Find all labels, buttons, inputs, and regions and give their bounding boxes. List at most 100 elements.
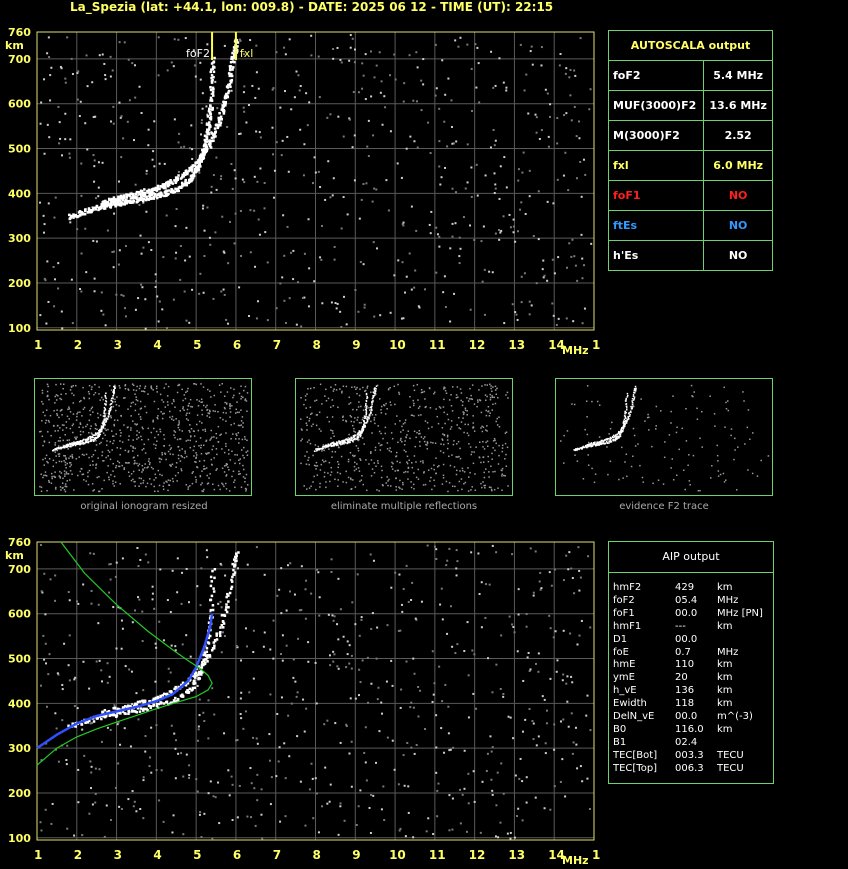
noise-dot (540, 64, 543, 67)
noise-dot (439, 450, 442, 452)
noise-dot (354, 486, 357, 488)
noise-dot (540, 129, 543, 132)
noise-dot (279, 820, 282, 823)
noise-dot (185, 483, 188, 486)
noise-dot (568, 76, 571, 79)
noise-dot (332, 390, 335, 392)
noise-dot (148, 765, 151, 768)
noise-dot (328, 420, 331, 423)
noise-dot (336, 302, 339, 305)
noise-dot (498, 238, 501, 241)
noise-dot (101, 161, 104, 164)
noise-dot (420, 436, 423, 438)
noise-dot (463, 749, 466, 752)
noise-dot (511, 623, 514, 626)
noise-dot (469, 308, 472, 311)
trace-point (212, 646, 216, 650)
noise-dot (556, 117, 559, 120)
noise-dot (138, 85, 141, 88)
noise-dot (381, 444, 383, 446)
noise-dot (384, 432, 387, 435)
noise-dot (668, 434, 671, 436)
noise-dot (256, 773, 259, 776)
noise-dot (484, 487, 486, 489)
trace-point (214, 135, 217, 138)
noise-dot (393, 274, 396, 277)
noise-dot (537, 670, 540, 673)
noise-dot (360, 421, 362, 424)
trace-point (631, 400, 633, 402)
noise-dot (417, 468, 419, 471)
noise-dot (443, 411, 445, 414)
noise-dot (284, 90, 287, 93)
noise-dot (235, 433, 237, 435)
noise-dot (131, 62, 134, 65)
noise-dot (425, 830, 428, 833)
noise-dot (410, 486, 413, 489)
noise-dot (582, 478, 585, 480)
noise-dot (245, 400, 248, 402)
noise-dot (352, 91, 355, 94)
noise-dot (150, 431, 153, 434)
noise-dot (500, 634, 503, 637)
noise-dot (405, 147, 408, 150)
noise-dot (496, 771, 499, 774)
noise-dot (154, 273, 157, 276)
noise-dot (64, 112, 67, 115)
trace-point (132, 200, 135, 204)
noise-dot (101, 451, 104, 453)
noise-dot (609, 460, 612, 463)
noise-dot (415, 51, 418, 54)
noise-dot (89, 760, 92, 763)
noise-dot (429, 232, 432, 235)
noise-dot (512, 625, 515, 628)
noise-dot (58, 455, 60, 458)
noise-dot (189, 485, 191, 487)
noise-dot (543, 807, 546, 810)
noise-dot (466, 432, 469, 434)
noise-dot (485, 468, 487, 470)
noise-dot (77, 768, 80, 771)
noise-dot (137, 565, 140, 568)
noise-dot (175, 207, 178, 210)
noise-dot (244, 438, 246, 440)
noise-dot (94, 427, 97, 430)
noise-dot (65, 393, 67, 395)
noise-dot (473, 451, 475, 453)
trace-point (134, 710, 137, 713)
noise-dot (80, 162, 83, 165)
noise-dot (331, 194, 334, 197)
noise-dot (151, 598, 154, 601)
trace-point (103, 203, 106, 206)
noise-dot (165, 326, 168, 329)
noise-dot (187, 601, 190, 604)
noise-dot (220, 175, 223, 178)
trace-point (210, 139, 213, 143)
noise-dot (170, 724, 173, 727)
noise-dot (102, 313, 105, 316)
noise-dot (480, 581, 483, 584)
noise-dot (214, 410, 216, 413)
noise-dot (455, 567, 458, 570)
noise-dot (591, 467, 593, 470)
trace-point (209, 115, 213, 119)
noise-dot (681, 427, 683, 430)
noise-dot (489, 412, 491, 414)
noise-dot (80, 290, 83, 293)
noise-dot (115, 464, 118, 467)
noise-dot (538, 580, 541, 583)
noise-dot (286, 135, 289, 138)
noise-dot (298, 609, 301, 612)
noise-dot (238, 411, 240, 414)
noise-dot (60, 472, 63, 474)
noise-dot (304, 395, 307, 397)
noise-dot (535, 116, 538, 119)
noise-dot (266, 319, 269, 322)
noise-dot (124, 665, 127, 668)
noise-dot (717, 470, 720, 472)
noise-dot (334, 478, 336, 481)
trace-point (621, 429, 624, 432)
noise-dot (492, 471, 494, 473)
noise-dot (44, 808, 47, 811)
noise-dot (115, 403, 118, 406)
